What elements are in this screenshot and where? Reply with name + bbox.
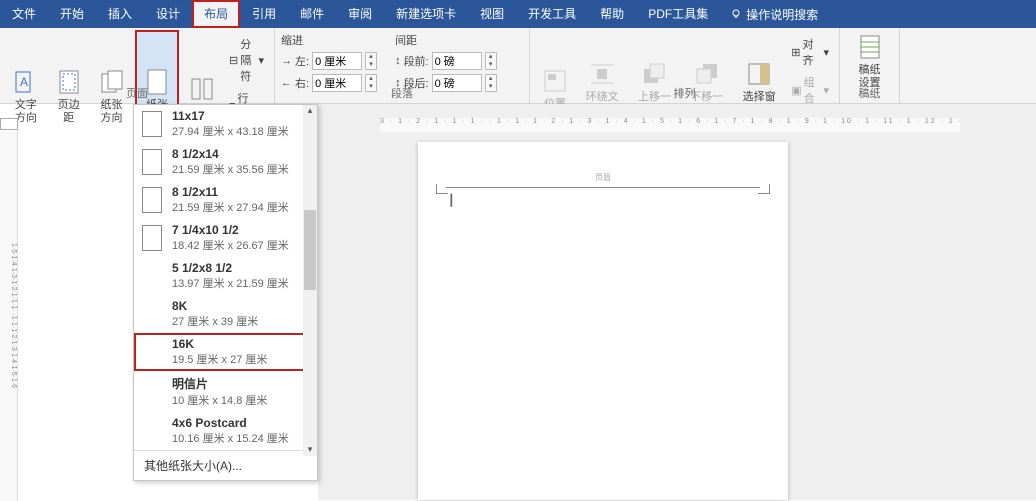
scroll-up-arrow[interactable]: ▴ [304, 105, 316, 117]
paper-size-option-7-1-4x10-1-2[interactable]: 7 1/4x10 1/218.42 厘米 x 26.67 厘米 [134, 219, 317, 257]
orientation-label: 纸张方向 [96, 99, 128, 125]
spacing-header: 间距 [395, 32, 497, 48]
page-preview-icon [142, 111, 162, 137]
tab-review[interactable]: 审阅 [336, 0, 384, 28]
size-name: 5 1/2x8 1/2 [172, 261, 289, 275]
size-name: 7 1/4x10 1/2 [172, 223, 289, 237]
page-header-label: 页眉 [595, 173, 611, 182]
size-name: 16K [172, 337, 267, 351]
paper-size-option-4x6-Postcard[interactable]: 4x6 Postcard10.16 厘米 x 15.24 厘米 [134, 412, 317, 450]
tab-insert[interactable]: 插入 [96, 0, 144, 28]
spinner[interactable]: ▴▾ [485, 52, 497, 70]
size-dim: 19.5 厘米 x 27 厘米 [172, 351, 267, 367]
page-header[interactable]: 页眉 [446, 172, 760, 188]
paper-size-option-8-1-2x14[interactable]: 8 1/2x1421.59 厘米 x 35.56 厘米 [134, 143, 317, 181]
page-preview-icon [142, 149, 162, 175]
tab-design[interactable]: 设计 [144, 0, 192, 28]
size-name: 明信片 [172, 375, 267, 392]
scroll-thumb[interactable] [304, 210, 316, 290]
paper-size-dropdown: 11x1727.94 厘米 x 43.18 厘米8 1/2x1421.59 厘米… [133, 104, 318, 481]
paper-size-option-16K[interactable]: 16K19.5 厘米 x 27 厘米 [134, 333, 317, 371]
scroll-down-arrow[interactable]: ▾ [304, 444, 316, 456]
tell-me-label: 操作说明搜索 [746, 6, 818, 23]
size-name: 8 1/2x14 [172, 147, 289, 161]
breaks-button[interactable]: ⊟分隔符▾ [225, 34, 268, 86]
group-label-para: 段落 [275, 85, 529, 101]
indent-left-label: 左: [295, 53, 309, 69]
spacing-before-label: 段前: [404, 53, 429, 69]
header-marker-right [758, 184, 770, 194]
vertical-ruler[interactable]: 1·5·1·4·1·3·1·2·1·1·1· ·1·1·1·2·1·3·1·4·… [0, 131, 18, 501]
spacing-before[interactable]: ↕ 段前: ▴▾ [395, 52, 497, 70]
size-dim: 18.42 厘米 x 26.67 厘米 [172, 237, 289, 253]
size-dim: 21.59 厘米 x 35.56 厘米 [172, 161, 289, 177]
tab-layout[interactable]: 布局 [192, 0, 240, 28]
tab-pdf[interactable]: PDF工具集 [636, 0, 720, 28]
lightbulb-icon [730, 8, 742, 20]
text-cursor: ┃ [448, 194, 455, 207]
tab-custom[interactable]: 新建选项卡 [384, 0, 468, 28]
breaks-icon: ⊟ [229, 54, 238, 67]
size-name: 8K [172, 299, 258, 313]
size-dim: 27 厘米 x 39 厘米 [172, 313, 258, 329]
align-label: 对齐 [802, 36, 821, 68]
tab-file[interactable]: 文件 [0, 0, 48, 28]
writing-paper-button[interactable]: 稿纸 设置 [846, 30, 893, 92]
tell-me-search[interactable]: 操作说明搜索 [720, 6, 828, 23]
spacing-before-input[interactable] [432, 52, 482, 70]
size-dim: 27.94 厘米 x 43.18 厘米 [172, 123, 289, 139]
size-dim: 21.59 厘米 x 27.94 厘米 [172, 199, 289, 215]
document-page[interactable]: 页眉 ┃ [418, 142, 788, 500]
size-name: 8 1/2x11 [172, 185, 289, 199]
paper-size-option-8-1-2x11[interactable]: 8 1/2x1121.59 厘米 x 27.94 厘米 [134, 181, 317, 219]
breaks-label: 分隔符 [240, 36, 256, 84]
spinner[interactable]: ▴▾ [365, 52, 377, 70]
tab-view[interactable]: 视图 [468, 0, 516, 28]
size-name: 11x17 [172, 109, 289, 123]
size-dim: 13.97 厘米 x 21.59 厘米 [172, 275, 289, 291]
indent-left-icon: → [281, 55, 292, 67]
indent-header: 缩进 [281, 32, 377, 48]
size-name: 4x6 Postcard [172, 416, 289, 430]
writing-paper-icon [855, 32, 885, 62]
ribbon-tabs: 文件 开始 插入 设计 布局 引用 邮件 审阅 新建选项卡 视图 开发工具 帮助… [0, 0, 1036, 28]
horizontal-ruler[interactable]: 3 · 1 · 2 · 1 · 1 · 1 · · 1 · 1 · 1 · 2 … [380, 118, 960, 132]
size-dim: 10 厘米 x 14.8 厘米 [172, 392, 267, 408]
group-label-paper: 稿纸 [840, 85, 899, 101]
page-preview-icon [142, 187, 162, 213]
doc-thumb [0, 118, 18, 130]
chevron-down-icon: ▾ [258, 54, 264, 67]
spacing-before-icon: ↕ [395, 55, 401, 67]
paper-size-option-5-1-2x8-1-2[interactable]: 5 1/2x8 1/213.97 厘米 x 21.59 厘米 [134, 257, 317, 295]
header-marker-left [436, 184, 448, 194]
paper-size-option-8K[interactable]: 8K27 厘米 x 39 厘米 [134, 295, 317, 333]
paper-size-option-明信片[interactable]: 明信片10 厘米 x 14.8 厘米 [134, 371, 317, 412]
align-button[interactable]: ⊞对齐▾ [787, 34, 833, 70]
paper-size-option-11x17[interactable]: 11x1727.94 厘米 x 43.18 厘米 [134, 105, 317, 143]
ribbon: A 文字方向 页边距 纸张方向 纸张大小 栏 ⊟分隔符▾ ≡行号▾ [0, 28, 1036, 104]
align-icon: ⊞ [791, 46, 800, 59]
dropdown-scrollbar[interactable]: ▴ ▾ [303, 105, 317, 456]
tab-references[interactable]: 引用 [240, 0, 288, 28]
indent-left[interactable]: → 左: ▴▾ [281, 52, 377, 70]
page-preview-icon [142, 225, 162, 251]
group-label-arrange: 排列 [530, 85, 839, 101]
tab-home[interactable]: 开始 [48, 0, 96, 28]
more-paper-sizes[interactable]: 其他纸张大小(A)... [134, 450, 317, 480]
tab-mail[interactable]: 邮件 [288, 0, 336, 28]
size-dim: 10.16 厘米 x 15.24 厘米 [172, 430, 289, 446]
margins-label: 页边距 [54, 99, 84, 125]
indent-left-input[interactable] [312, 52, 362, 70]
tab-help[interactable]: 帮助 [588, 0, 636, 28]
tab-dev[interactable]: 开发工具 [516, 0, 588, 28]
group-label-page: 页面 [0, 85, 274, 101]
